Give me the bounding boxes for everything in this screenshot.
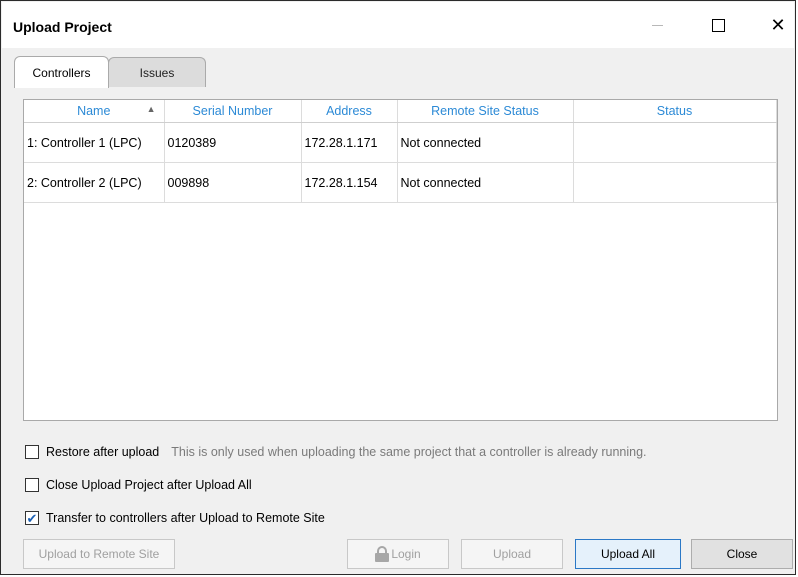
tab-bar: Controllers Issues [2,48,794,89]
tab-controllers[interactable]: Controllers [14,56,109,88]
cell-address: 172.28.1.171 [301,122,398,163]
column-header-serial-number[interactable]: Serial Number [164,100,302,123]
transfer-to-controllers-checkbox[interactable]: ✔ [25,511,39,525]
column-header-status[interactable]: Status [573,100,777,123]
upload-button[interactable]: Upload [461,539,563,569]
lock-icon [375,546,390,562]
transfer-to-controllers-option[interactable]: ✔ Transfer to controllers after Upload t… [25,511,325,525]
table-row[interactable]: 1: Controller 1 (LPC) 0120389 172.28.1.1… [24,122,777,163]
title-bar: Upload Project ✕ [2,2,794,48]
restore-after-upload-label: Restore after upload [46,445,160,459]
sort-ascending-icon: ▲ [146,104,156,114]
tab-controllers-label: Controllers [32,65,91,80]
cell-serial: 0120389 [164,122,302,163]
transfer-to-controllers-label: Transfer to controllers after Upload to … [46,511,325,525]
tab-issues-label: Issues [139,65,175,80]
window-title: Upload Project [13,19,112,35]
cell-status [573,162,777,203]
tab-issues[interactable]: Issues [108,57,206,87]
column-header-address[interactable]: Address [301,100,398,123]
table-row[interactable]: 2: Controller 2 (LPC) 009898 172.28.1.15… [24,162,777,203]
restore-hint-text: This is only used when uploading the sam… [171,445,647,459]
cell-name: 2: Controller 2 (LPC) [24,162,165,203]
close-after-upload-all-label: Close Upload Project after Upload All [46,478,252,492]
minimize-button[interactable] [636,9,678,41]
cell-name: 1: Controller 1 (LPC) [24,122,165,163]
cell-address: 172.28.1.154 [301,162,398,203]
cell-remote-status: Not connected [397,162,574,203]
column-header-name[interactable]: Name ▲ [24,100,165,123]
grid-header-row: Name ▲ Serial Number Address Remote Site … [24,100,777,123]
controllers-grid: Name ▲ Serial Number Address Remote Site … [23,99,778,421]
controllers-panel: Name ▲ Serial Number Address Remote Site … [11,89,789,566]
cell-remote-status: Not connected [397,122,574,163]
maximize-icon [711,18,725,32]
close-after-upload-all-checkbox[interactable] [25,478,39,492]
column-header-remote-site-status[interactable]: Remote Site Status [397,100,574,123]
cell-status [573,122,777,163]
cell-serial: 009898 [164,162,302,203]
minimize-icon [651,24,663,26]
restore-after-upload-option[interactable]: Restore after upload This is only used w… [25,445,647,459]
restore-after-upload-checkbox[interactable] [25,445,39,459]
login-button[interactable]: Login [347,539,449,569]
checkmark-icon: ✔ [26,510,38,526]
close-icon: ✕ [770,14,786,35]
close-after-upload-all-option[interactable]: Close Upload Project after Upload All [25,478,252,492]
upload-project-window: Upload Project ✕ Controllers Issues Name… [0,0,796,575]
close-button[interactable]: Close [691,539,793,569]
maximize-button[interactable] [697,9,739,41]
upload-to-remote-site-button[interactable]: Upload to Remote Site [23,539,175,569]
upload-all-button[interactable]: Upload All [575,539,681,569]
close-window-button[interactable]: ✕ [757,9,798,41]
